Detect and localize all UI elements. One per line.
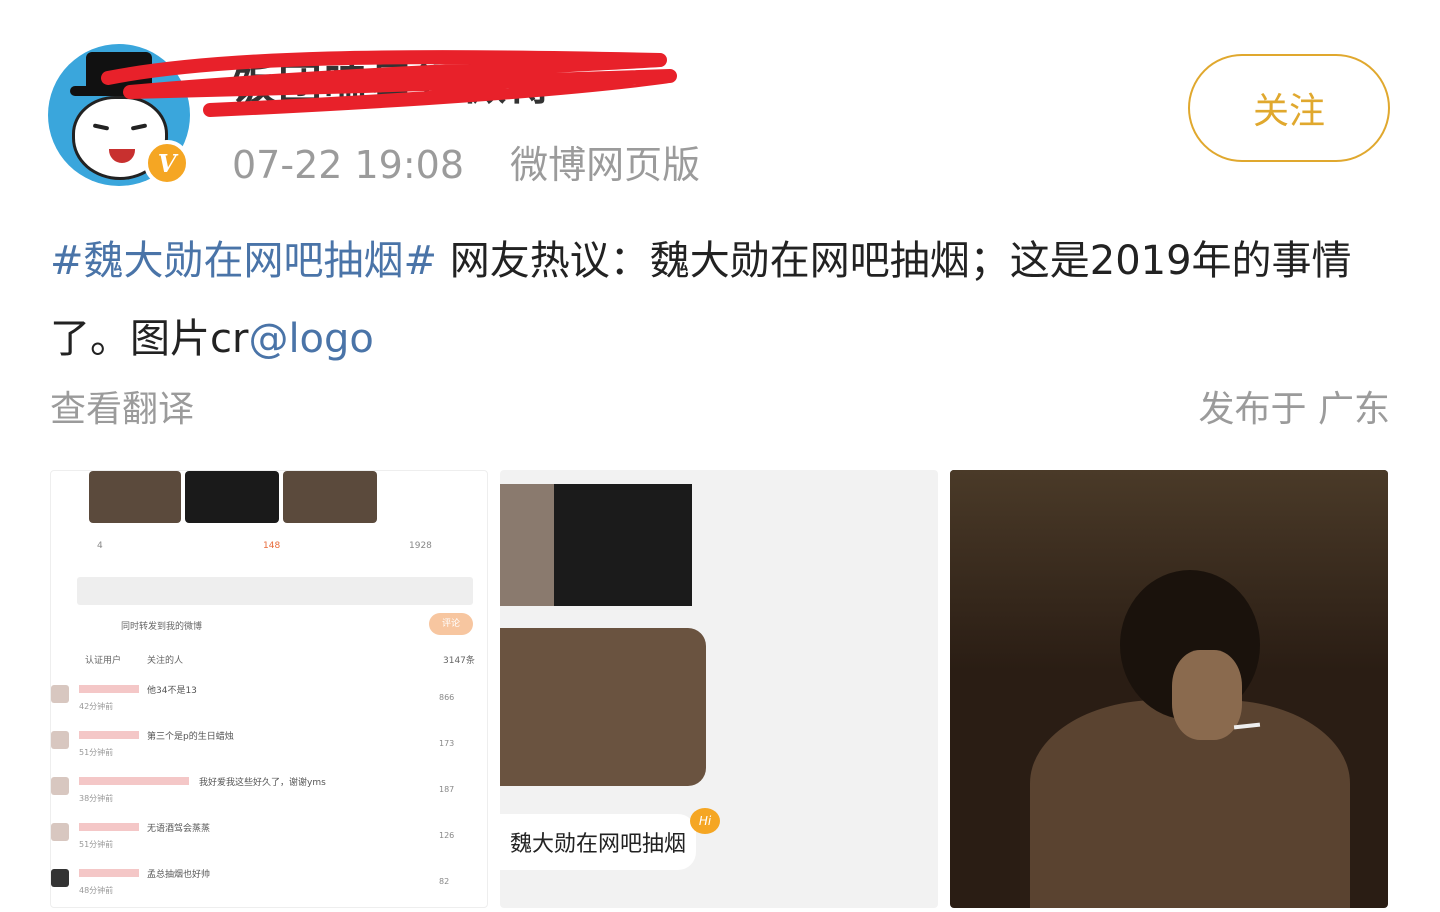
- caption-bubble: 魏大勋在网吧抽烟: [500, 814, 696, 870]
- post-image-1[interactable]: 4 148 1928 同时转发到我的微博 评论 认证用户 关注的人 3147条 …: [50, 470, 488, 908]
- avatar-mouth: [109, 149, 135, 163]
- comment-text: 我好爱我这些好久了，谢谢yms: [199, 778, 326, 788]
- comment-likes: 187: [439, 785, 455, 794]
- comment-total: 3147条: [443, 656, 475, 666]
- commenter-avatar: [51, 777, 69, 795]
- comment-text: 无语酒驾会蒸蒸: [147, 824, 211, 834]
- embedded-photo: [185, 471, 279, 523]
- comment-time: 42分钟前: [79, 702, 114, 711]
- comment-count: 148: [263, 541, 281, 551]
- tab-following: 关注的人: [147, 656, 184, 666]
- embedded-photo: [283, 471, 377, 523]
- commenter-avatar: [51, 869, 69, 887]
- embedded-photo-smoking: [500, 628, 706, 786]
- avatar-hat: [86, 52, 152, 90]
- comment-time: 51分钟前: [79, 748, 114, 757]
- translate-link[interactable]: 查看翻译: [50, 380, 194, 432]
- hi-badge-icon: Hi: [690, 808, 720, 834]
- comment-text: 他34不是13: [147, 686, 197, 696]
- tab-verified: 认证用户: [85, 656, 122, 666]
- verified-badge-icon: V: [144, 140, 190, 186]
- commenter-avatar: [51, 823, 69, 841]
- like-count: 1928: [409, 541, 432, 551]
- avatar-eye: [130, 123, 148, 131]
- follow-button[interactable]: 关注: [1188, 54, 1390, 162]
- comment-row: 我好爱我这些好久了，谢谢yms 38分钟前 187: [51, 773, 487, 813]
- comment-input: [77, 577, 473, 605]
- post-image-3[interactable]: [950, 470, 1388, 908]
- comment-text: 孟总抽烟也好帅: [147, 870, 211, 880]
- commenter-name: [79, 869, 139, 877]
- post-timestamp: 07-22 19:08: [232, 143, 465, 187]
- commenter-name: [79, 731, 139, 739]
- embedded-photo: [89, 471, 181, 523]
- avatar-eye: [92, 123, 110, 131]
- photo-person-face: [1172, 650, 1242, 740]
- embedded-photo-person: [500, 484, 554, 606]
- commenter-avatar: [51, 685, 69, 703]
- comment-time: 48分钟前: [79, 886, 114, 895]
- username[interactable]: 饭团嗑星记微博: [232, 48, 554, 112]
- comment-likes: 173: [439, 739, 455, 748]
- post-source[interactable]: 微博网页版: [510, 143, 700, 187]
- post-location: 发布于 广东: [1198, 389, 1390, 430]
- comment-likes: 82: [439, 877, 450, 886]
- post-image-2[interactable]: 魏大勋在网吧抽烟 Hi: [500, 470, 938, 908]
- commenter-avatar: [51, 731, 69, 749]
- commenter-name: [79, 685, 139, 693]
- repost-option: 同时转发到我的微博: [121, 622, 203, 632]
- comment-row: 第三个是p的生日蜡烛 51分钟前 173: [51, 727, 487, 767]
- comment-likes: 866: [439, 693, 455, 702]
- post-content: #魏大勋在网吧抽烟# 网友热议：魏大勋在网吧抽烟；这是2019年的事情了。图片c…: [50, 222, 1390, 378]
- hashtag-link[interactable]: #魏大勋在网吧抽烟#: [50, 238, 437, 284]
- commenter-name: [79, 777, 189, 785]
- commenter-name: [79, 823, 139, 831]
- avatar-hat-brim: [70, 86, 168, 96]
- comment-text: 第三个是p的生日蜡烛: [147, 732, 234, 742]
- mention-link[interactable]: @logo: [248, 316, 373, 362]
- comment-time: 38分钟前: [79, 794, 114, 803]
- post-meta: 07-22 19:08 微博网页版: [232, 134, 700, 189]
- comment-row: 孟总抽烟也好帅 48分钟前 82: [51, 865, 487, 905]
- comment-likes: 126: [439, 831, 455, 840]
- comment-row: 他34不是13 42分钟前 866: [51, 681, 487, 721]
- submit-comment-button: 评论: [429, 613, 473, 635]
- comment-row: 无语酒驾会蒸蒸 51分钟前 126: [51, 819, 487, 859]
- repost-count: 4: [97, 541, 103, 551]
- comment-time: 51分钟前: [79, 840, 114, 849]
